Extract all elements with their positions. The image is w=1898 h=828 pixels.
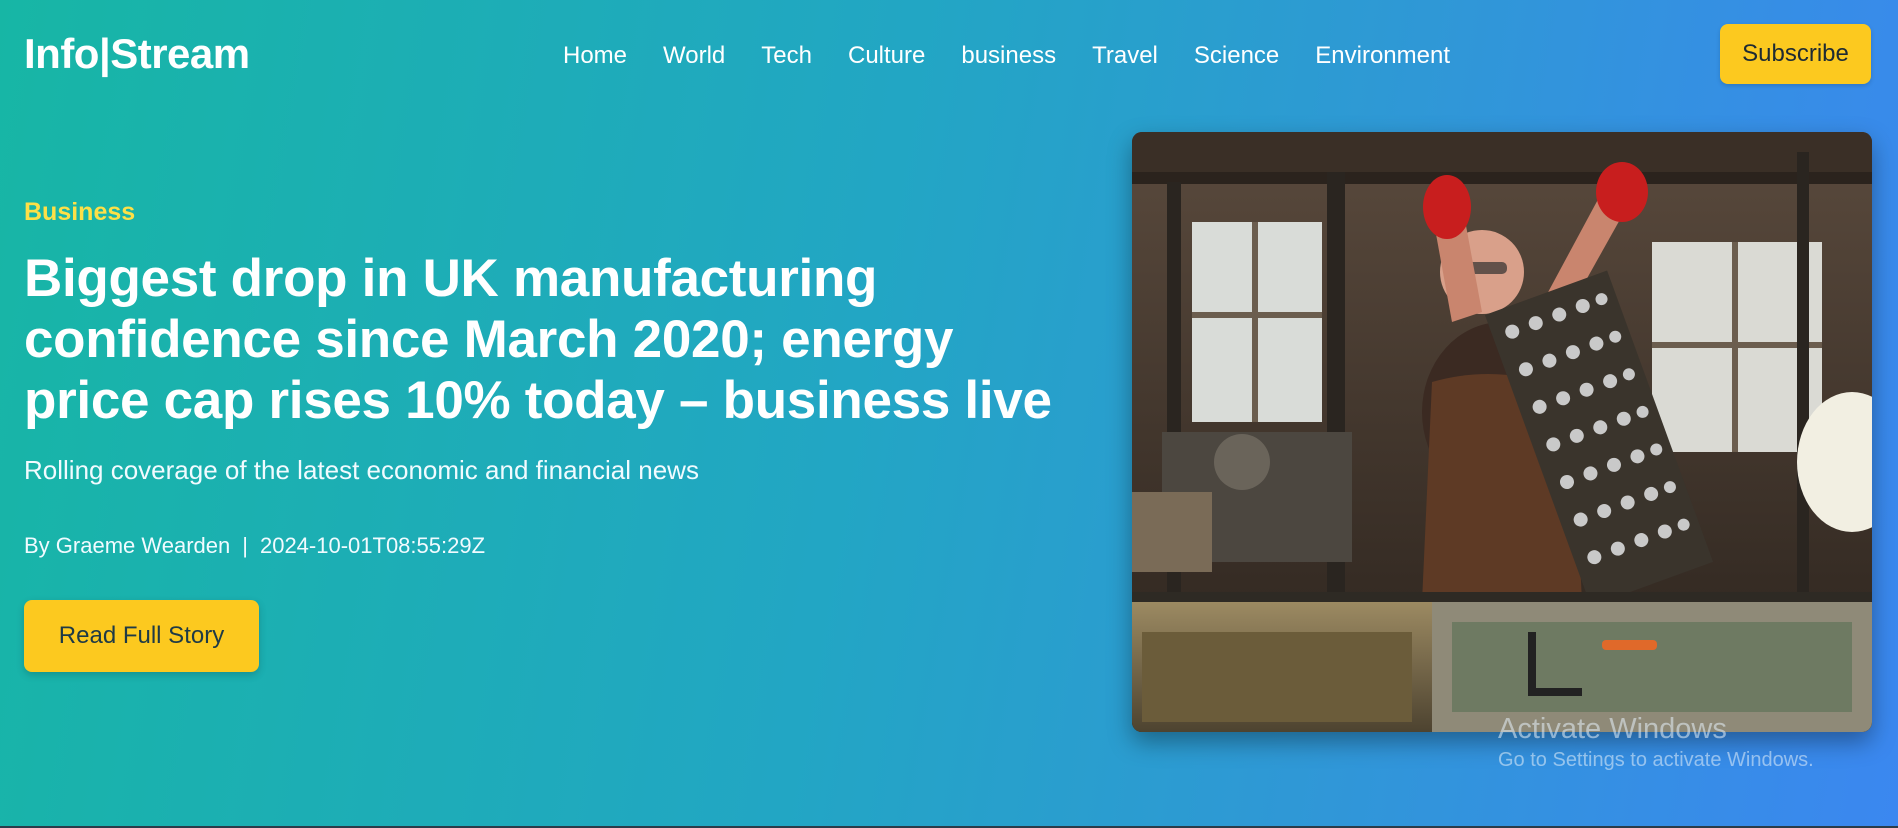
nav-link-culture[interactable]: Culture [848,40,925,72]
nav-link-home[interactable]: Home [563,40,627,72]
factory-worker-photo-icon [1132,132,1872,732]
nav-link-science[interactable]: Science [1194,40,1279,72]
subscribe-button[interactable]: Subscribe [1720,24,1871,84]
watermark-subtitle: Go to Settings to activate Windows. [1498,749,1814,771]
hero-image[interactable] [1132,132,1872,732]
article-timestamp: 2024-10-01T08:55:29Z [259,533,486,558]
nav-link-world[interactable]: World [663,40,725,72]
article-category[interactable]: Business [24,198,135,227]
nav-link-travel[interactable]: Travel [1092,40,1158,72]
nav-link-tech[interactable]: Tech [761,40,812,72]
article-author: By Graeme Wearden [24,533,231,558]
article-byline: By Graeme Wearden | 2024-10-01T08:55:29Z [24,533,485,559]
article-headline[interactable]: Biggest drop in UK manufacturing confide… [24,248,1084,431]
read-full-story-button[interactable]: Read Full Story [24,600,259,672]
nav-link-environment[interactable]: Environment [1315,40,1450,72]
site-logo[interactable]: Info|Stream [24,30,250,78]
main-nav: Home World Tech Culture business Travel … [563,40,1486,72]
nav-link-business[interactable]: business [961,40,1056,72]
article-subtitle: Rolling coverage of the latest economic … [24,455,699,485]
page: Info|Stream Home World Tech Culture busi… [0,0,1898,826]
byline-separator: | [242,533,248,558]
